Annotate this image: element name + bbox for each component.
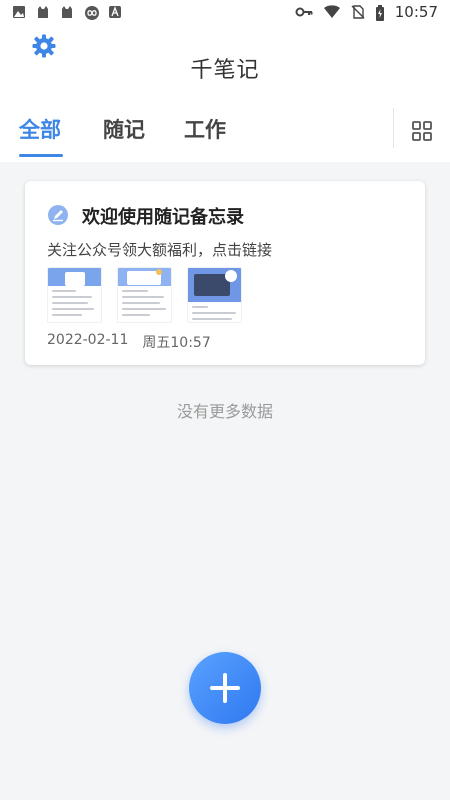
status-left-icons: [12, 5, 122, 20]
app-title: 千笔记: [190, 58, 260, 83]
cat-icon: [36, 5, 50, 19]
status-bar: 10:57: [0, 0, 450, 24]
tab-work[interactable]: 工作: [184, 114, 226, 144]
cat-icon: [60, 5, 74, 19]
category-tabs: 全部 随记 工作: [0, 84, 450, 162]
thumbnail-image: [47, 267, 102, 323]
tab-jottings[interactable]: 随记: [103, 114, 145, 144]
pen-icon: [47, 204, 69, 226]
note-card[interactable]: 欢迎使用随记备忘录 关注公众号领大额福利，点击链接 2022-02-11 周五1…: [25, 181, 425, 365]
no-more-data-text: 没有更多数据: [176, 402, 273, 421]
no-sim-icon: [351, 5, 365, 19]
battery-icon: [375, 5, 385, 21]
a-icon: [108, 5, 122, 19]
note-preview: 关注公众号领大额福利，点击链接: [47, 241, 273, 259]
status-right-icons: 10:57: [295, 3, 438, 21]
loop-icon: [84, 5, 99, 20]
active-tab-indicator: [19, 154, 63, 157]
key-icon: [295, 5, 313, 19]
note-weekday-time: 周五10:57: [142, 335, 211, 351]
plus-icon: [210, 673, 240, 703]
tab-divider: [393, 108, 394, 148]
note-list: 欢迎使用随记备忘录 关注公众号领大额福利，点击链接 2022-02-11 周五1…: [0, 162, 450, 800]
note-thumbnails: [47, 267, 242, 323]
note-meta: 2022-02-11 周五10:57: [47, 332, 211, 352]
image-icon: [12, 5, 26, 19]
thumbnail-image: [117, 267, 172, 323]
wifi-icon: [323, 5, 341, 19]
tab-all[interactable]: 全部: [19, 114, 61, 144]
note-title: 欢迎使用随记备忘录: [82, 207, 244, 228]
note-date: 2022-02-11: [47, 332, 129, 348]
status-time: 10:57: [394, 3, 438, 21]
add-note-button[interactable]: [189, 652, 261, 724]
thumbnail-image: [187, 267, 242, 323]
view-toggle-button[interactable]: [411, 120, 433, 142]
grid-icon: [412, 121, 432, 141]
